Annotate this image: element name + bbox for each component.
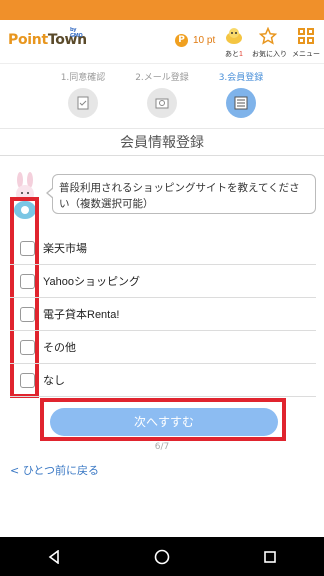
step-member-registration: 3.会員登録: [196, 70, 286, 118]
option-renta[interactable]: 電子貸本Renta!: [10, 298, 316, 331]
favorites-button[interactable]: お気に入り: [252, 26, 287, 59]
back-link[interactable]: < ひとつ前に戻る: [10, 462, 99, 478]
logo-text-point: Point: [8, 32, 48, 48]
page-indicator: 6/7: [154, 442, 170, 452]
progress-steps: 1.同意確認 2.メール登録 3.会員登録: [0, 66, 324, 126]
points-value: 10 pt: [193, 35, 216, 46]
question-bubble: 普段利用されるショッピングサイトを教えてください（複数選択可能）: [46, 174, 316, 214]
ato-label: あと: [225, 51, 240, 58]
step-label: 2.メール登録: [135, 73, 189, 83]
document-check-icon: [68, 88, 98, 118]
page-title: 会員情報登録: [120, 135, 204, 151]
coin-icon: P: [175, 34, 188, 47]
option-other[interactable]: その他: [10, 331, 316, 364]
status-bar: [0, 0, 324, 20]
app-header: PointTown by GMO P 10 pt あと1 お気に入り メニュー: [0, 20, 324, 64]
title-underline: [0, 155, 324, 156]
ato-count: 1: [239, 51, 243, 58]
menu-label: メニュー: [292, 51, 320, 58]
points-display[interactable]: P 10 pt: [175, 34, 215, 47]
grid-menu-icon: [290, 26, 322, 46]
form-icon: [226, 88, 256, 118]
option-label: なし: [43, 375, 65, 387]
option-label: その他: [43, 342, 76, 354]
step-label: 3.会員登録: [218, 73, 264, 83]
checkbox[interactable]: [20, 373, 35, 388]
email-icon: [147, 88, 177, 118]
pointtown-logo[interactable]: PointTown by GMO: [8, 27, 87, 48]
checkbox[interactable]: [20, 307, 35, 322]
back-triangle-icon[interactable]: [34, 542, 74, 572]
option-label: 電子貸本Renta!: [43, 309, 120, 321]
divider: [0, 128, 324, 129]
menu-button[interactable]: メニュー: [290, 26, 322, 59]
favorites-label: お気に入り: [252, 51, 287, 58]
ato-button[interactable]: あと1: [218, 26, 250, 59]
checkbox[interactable]: [20, 340, 35, 355]
character-icon: [218, 26, 250, 46]
checkbox[interactable]: [20, 274, 35, 289]
option-label: Yahooショッピング: [43, 276, 140, 288]
step-label: 1.同意確認: [60, 73, 106, 83]
checkbox[interactable]: [20, 241, 35, 256]
star-icon: [252, 26, 284, 46]
option-none[interactable]: なし: [10, 364, 316, 397]
option-label: 楽天市場: [43, 243, 87, 255]
shopping-site-options: 楽天市場 Yahooショッピング 電子貸本Renta! その他 なし: [10, 232, 316, 397]
recent-apps-square-icon[interactable]: [250, 542, 290, 572]
option-yahoo-shopping[interactable]: Yahooショッピング: [10, 265, 316, 298]
step-consent: 1.同意確認: [38, 70, 128, 118]
step-email: 2.メール登録: [117, 70, 207, 118]
logo-gmo: by GMO: [70, 27, 83, 39]
android-nav-bar: [0, 537, 324, 576]
next-button[interactable]: 次へすすむ: [50, 408, 278, 436]
next-button-highlight-box: 次へすすむ: [40, 398, 286, 441]
home-circle-icon[interactable]: [142, 542, 182, 572]
option-rakuten[interactable]: 楽天市場: [10, 232, 316, 265]
